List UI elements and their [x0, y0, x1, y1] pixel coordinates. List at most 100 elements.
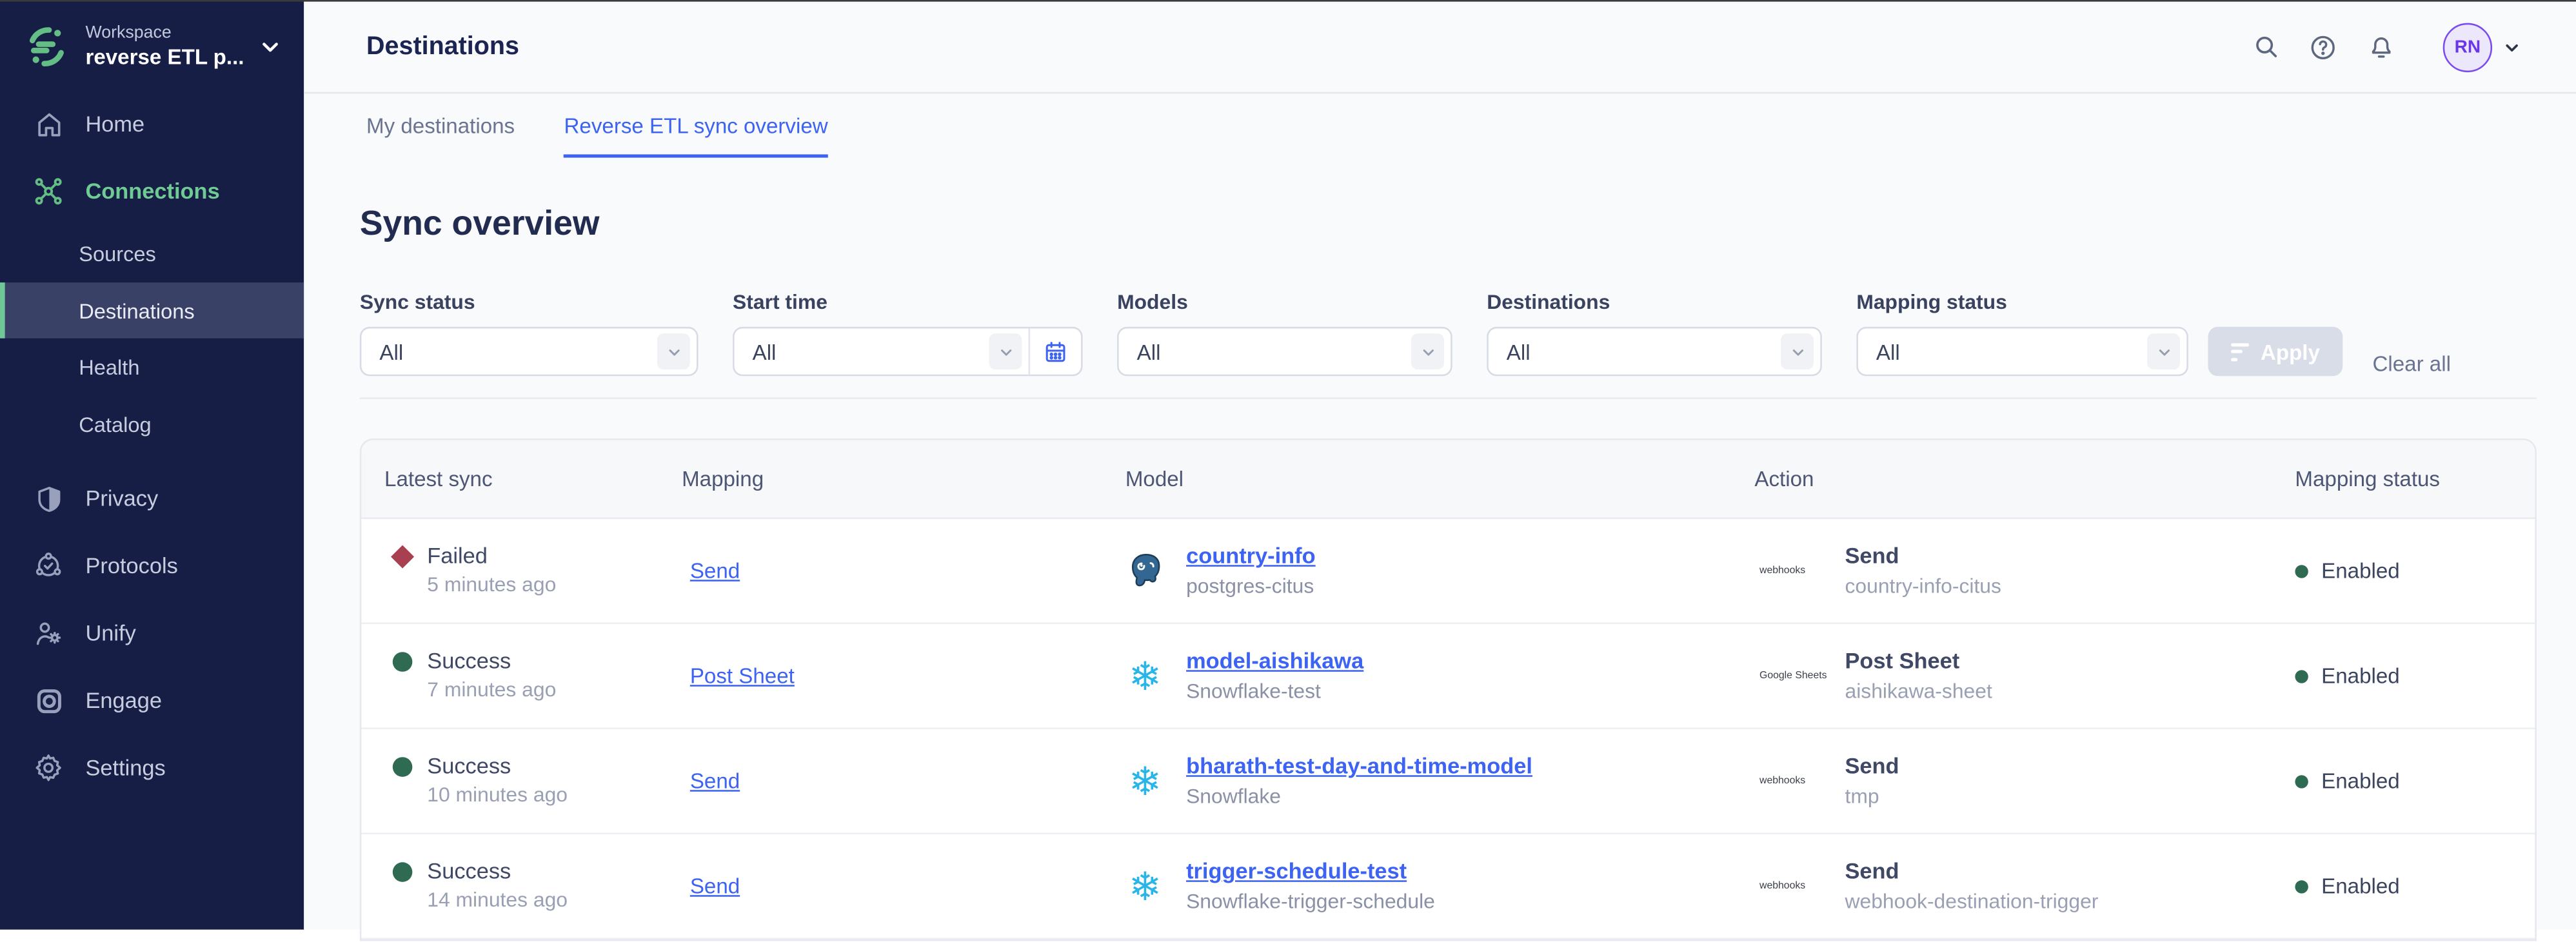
- user-menu[interactable]: RN: [2443, 23, 2521, 72]
- filter-label-start-time: Start time: [733, 291, 1083, 316]
- sidebar-item-home[interactable]: Home: [0, 91, 304, 158]
- start-time-value: All: [753, 340, 989, 364]
- model-link[interactable]: model-aishikawa: [1186, 648, 1363, 676]
- mapping-link[interactable]: Post Sheet: [690, 663, 795, 688]
- avatar[interactable]: RN: [2443, 23, 2492, 72]
- content: Sync overview Sync status All Start time…: [304, 159, 2576, 942]
- sidebar-item-engage[interactable]: Engage: [0, 667, 304, 734]
- chevron-down-icon: [2504, 39, 2520, 55]
- table-row[interactable]: Failed 5 minutes ago Send country-info p…: [361, 520, 2535, 625]
- sidebar-item-connections[interactable]: Connections: [0, 159, 304, 226]
- col-mapping: Mapping: [682, 467, 1125, 491]
- sidebar-item-sources[interactable]: Sources: [0, 226, 304, 282]
- google-sheets-logo: Google Sheets: [1754, 667, 1827, 687]
- action-logo-label: webhooks: [1759, 565, 1805, 576]
- chevron-down-icon: [1411, 334, 1444, 370]
- model-link[interactable]: country-info: [1186, 543, 1316, 571]
- snowflake-icon: ❄: [1125, 657, 1165, 696]
- col-model: Model: [1125, 467, 1755, 491]
- workspace-name: reverse ETL p...: [85, 45, 243, 72]
- destinations-select[interactable]: All: [1487, 328, 1822, 377]
- success-dot-icon: [393, 757, 413, 777]
- sidebar-item-unify[interactable]: Unify: [0, 600, 304, 667]
- sidebar-item-settings[interactable]: Settings: [0, 735, 304, 802]
- bell-icon[interactable]: [2366, 33, 2395, 63]
- mapping-link[interactable]: Send: [690, 769, 740, 793]
- table-row[interactable]: Success 10 minutes ago Send ❄ bharath-te…: [361, 730, 2535, 835]
- mapping-status-value: All: [1876, 340, 2147, 364]
- webhooks-logo: webhooks: [1754, 878, 1827, 896]
- gear-icon: [33, 753, 64, 784]
- enabled-dot-icon: [2295, 775, 2308, 788]
- action-subtext: tmp: [1845, 786, 1899, 810]
- model-subtext: Snowflake-trigger-schedule: [1186, 891, 1435, 916]
- enabled-dot-icon: [2295, 670, 2308, 683]
- sidebar-item-health[interactable]: Health: [0, 339, 304, 396]
- sync-status-text: Failed: [427, 544, 488, 569]
- apply-button[interactable]: Apply: [2208, 328, 2343, 377]
- mapping-status-select[interactable]: All: [1856, 328, 2188, 377]
- sync-status-select[interactable]: All: [360, 328, 698, 377]
- tab-my-destinations[interactable]: My destinations: [366, 94, 515, 158]
- filter-label-destinations: Destinations: [1487, 291, 1822, 316]
- workspace-eyebrow: Workspace: [85, 24, 243, 45]
- chevron-down-icon: [989, 334, 1022, 370]
- snowflake-icon: ❄: [1125, 867, 1165, 907]
- snowflake-icon: ❄: [1125, 762, 1165, 801]
- enabled-dot-icon: [2295, 565, 2308, 578]
- sidebar-item-label: Catalog: [79, 411, 151, 436]
- action-logo-label: webhooks: [1759, 881, 1805, 892]
- mapping-link[interactable]: Send: [690, 558, 740, 583]
- table-row[interactable]: Success 14 minutes ago Send ❄ trigger-sc…: [361, 835, 2535, 940]
- model-subtext: Snowflake: [1186, 786, 1532, 810]
- sidebar-item-label: Destinations: [79, 299, 194, 323]
- action-subtext: aishikawa-sheet: [1845, 681, 1992, 705]
- sync-status-value: All: [379, 340, 657, 364]
- app-window: Workspace reverse ETL p... Home: [0, 0, 2576, 928]
- apply-label: Apply: [2261, 340, 2320, 364]
- sync-status-text: Success: [427, 859, 511, 884]
- sync-time: 5 minutes ago: [427, 574, 682, 598]
- tab-reverse-etl-sync-overview[interactable]: Reverse ETL sync overview: [564, 94, 828, 158]
- filter-label-sync-status: Sync status: [360, 291, 698, 316]
- workspace-switcher[interactable]: Workspace reverse ETL p...: [0, 3, 304, 92]
- sidebar-item-label: Protocols: [85, 554, 177, 578]
- filter-label-mapping-status: Mapping status: [1856, 291, 2188, 316]
- sidebar-item-label: Engage: [85, 689, 162, 713]
- table-row[interactable]: Success 7 minutes ago Post Sheet ❄ model…: [361, 625, 2535, 730]
- models-select[interactable]: All: [1117, 328, 1452, 377]
- main-area: Destinations RN: [304, 0, 2576, 928]
- start-time-select[interactable]: All: [733, 328, 1083, 377]
- models-value: All: [1137, 340, 1411, 364]
- model-link[interactable]: bharath-test-day-and-time-model: [1186, 753, 1532, 781]
- sidebar-item-destinations[interactable]: Destinations: [0, 282, 304, 339]
- connections-icon: [33, 177, 64, 208]
- clear-all-link[interactable]: Clear all: [2372, 351, 2450, 376]
- enabled-dot-icon: [2295, 880, 2308, 893]
- help-icon[interactable]: [2308, 33, 2338, 63]
- sidebar-item-label: Sources: [79, 242, 156, 266]
- shield-icon: [33, 484, 64, 515]
- sidebar-item-label: Connections: [85, 180, 219, 204]
- rudderstack-logo-icon: [25, 25, 69, 70]
- engage-icon: [33, 685, 64, 716]
- sidebar-item-catalog[interactable]: Catalog: [0, 396, 304, 453]
- mapping-status-text: Enabled: [2321, 664, 2400, 689]
- destinations-value: All: [1507, 340, 1781, 364]
- sidebar-item-privacy[interactable]: Privacy: [0, 466, 304, 533]
- action-name: Post Sheet: [1845, 648, 1992, 676]
- search-icon[interactable]: [2251, 33, 2281, 63]
- col-mapping-status: Mapping status: [2295, 467, 2535, 491]
- success-dot-icon: [393, 652, 413, 672]
- action-name: Send: [1845, 543, 2001, 571]
- mapping-link[interactable]: Send: [690, 874, 740, 898]
- sync-time: 10 minutes ago: [427, 784, 682, 809]
- action-subtext: webhook-destination-trigger: [1845, 891, 2098, 916]
- calendar-icon[interactable]: [1029, 329, 1082, 375]
- sidebar-item-protocols[interactable]: Protocols: [0, 533, 304, 600]
- sync-status-text: Success: [427, 754, 511, 779]
- tab-bar: My destinations Reverse ETL sync overvie…: [304, 94, 2576, 158]
- model-link[interactable]: trigger-schedule-test: [1186, 858, 1435, 886]
- success-dot-icon: [393, 862, 413, 882]
- postgresql-icon: [1125, 552, 1165, 591]
